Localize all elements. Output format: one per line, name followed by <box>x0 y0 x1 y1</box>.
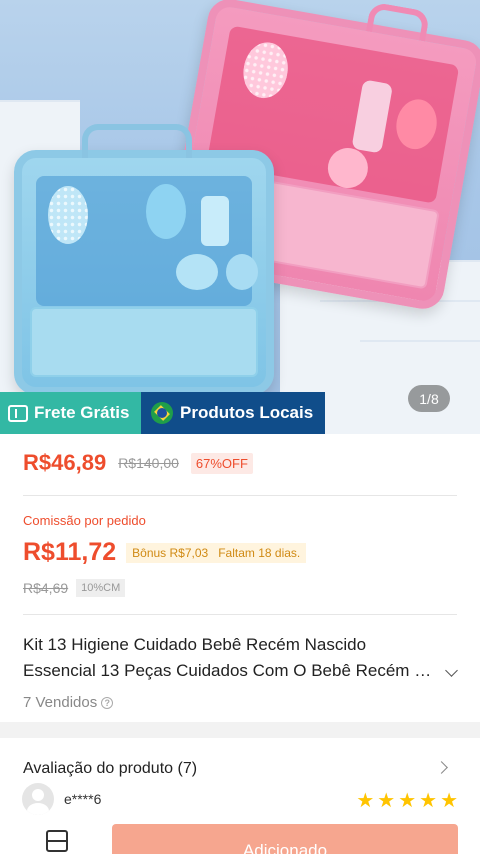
original-price: R$140,00 <box>118 455 179 471</box>
commission-label: Comissão por pedido <box>23 513 146 528</box>
current-price: R$46,89 <box>23 450 107 475</box>
commission-old-value: R$4,69 <box>23 580 69 596</box>
brazil-flag-icon <box>151 402 173 424</box>
star-icon: ★ <box>440 790 458 812</box>
commission-old-row: R$4,69 10%CM <box>23 579 126 597</box>
commission-value: R$11,72 <box>23 538 117 566</box>
info-icon[interactable]: ? <box>101 696 114 709</box>
discount-badge: 67%OFF <box>190 452 253 474</box>
product-title[interactable]: Kit 13 Higiene Cuidado Bebê Recém Nascid… <box>23 632 443 684</box>
blue-kit-bag-image <box>14 124 274 395</box>
star-icon: ★ <box>398 790 417 812</box>
divider <box>23 614 457 615</box>
star-icon: ★ <box>356 790 375 812</box>
commission-row: R$11,72 Bônus R$7,03 Faltam 18 dias. <box>23 538 307 567</box>
free-shipping-badge: Frete Grátis <box>0 392 141 434</box>
commission-rate-tag: 10%CM <box>76 579 126 597</box>
bonus-badge: Bônus R$7,03 Faltam 18 dias. <box>126 542 307 563</box>
star-icon: ★ <box>377 790 396 812</box>
product-image-carousel[interactable]: 1/8 <box>0 0 480 434</box>
rating-stars: ★ ★ ★ ★ ★ <box>356 788 458 813</box>
section-separator <box>0 722 480 738</box>
sold-count: 7 Vendidos ? <box>23 694 114 711</box>
product-page: 1/8 Frete Grátis Produtos Locais R$46,89… <box>0 0 480 854</box>
chevron-right-icon[interactable] <box>435 761 448 774</box>
reviewer-avatar <box>22 783 54 815</box>
add-button[interactable]: Adicionado <box>112 824 458 854</box>
bottom-action-bar: Adicionado <box>0 820 480 854</box>
product-sheet-icon[interactable] <box>46 830 68 852</box>
divider <box>23 495 457 496</box>
ticket-icon <box>8 404 28 422</box>
expand-title-chevron-icon[interactable] <box>445 664 458 677</box>
local-products-badge: Produtos Locais <box>141 392 325 434</box>
price-row: R$46,89 R$140,00 67%OFF <box>23 450 253 476</box>
reviews-title[interactable]: Avaliação do produto (7) <box>23 760 197 778</box>
star-icon: ★ <box>419 790 438 812</box>
reviewer-name: e****6 <box>64 791 102 807</box>
image-counter: 1/8 <box>408 385 450 412</box>
